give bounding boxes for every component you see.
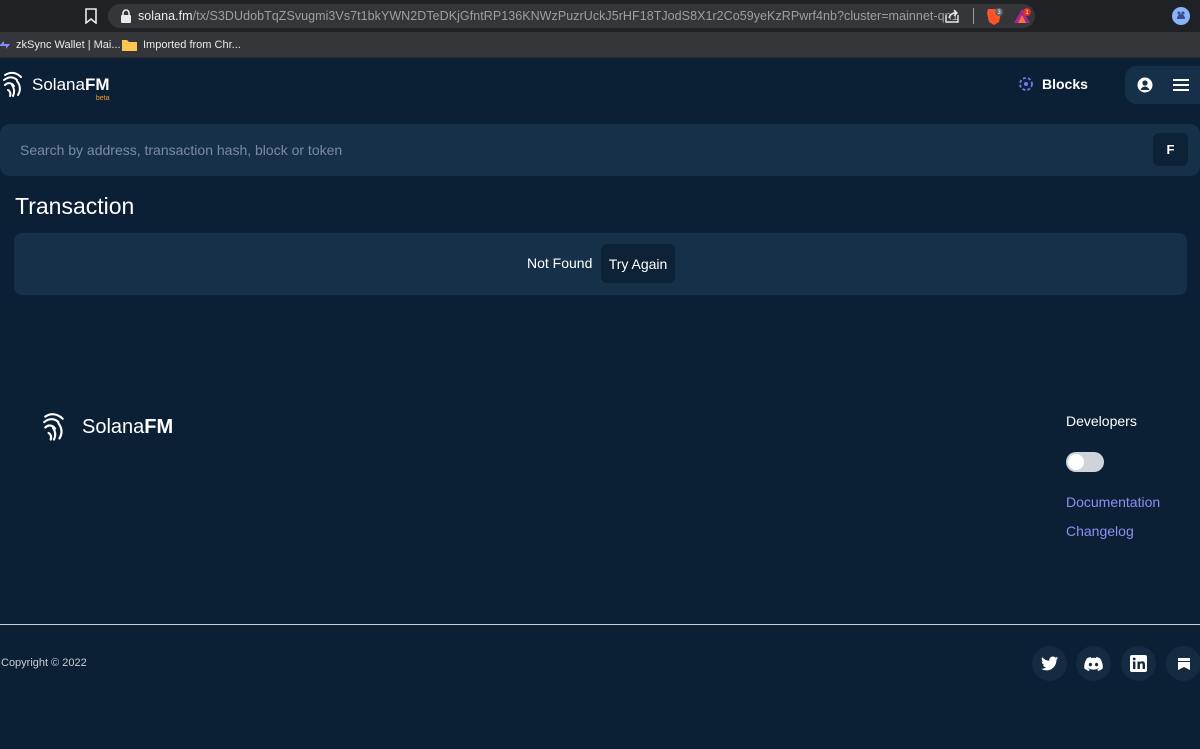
bookmark-imported-folder[interactable]: Imported from Chr...	[122, 36, 241, 54]
browser-profile-icon[interactable]	[1172, 7, 1190, 25]
changelog-link[interactable]: Changelog	[1066, 523, 1134, 539]
twitter-icon	[1040, 656, 1058, 671]
developer-mode-toggle[interactable]	[1066, 452, 1104, 472]
zksync-icon	[0, 41, 10, 49]
blocks-nav-link[interactable]: Blocks	[1018, 76, 1088, 92]
bookmark-icon[interactable]	[84, 8, 98, 24]
blocks-icon	[1019, 77, 1033, 91]
search-bar	[0, 124, 1200, 176]
address-bar[interactable]: solana.fm/tx/S3DUdobTqZSvugmi3Vs7t1bkYWN…	[108, 4, 1035, 28]
footer-logo[interactable]: SolanaFM	[42, 411, 173, 444]
developers-heading: Developers	[1066, 413, 1137, 429]
copyright-text: Copyright © 2022	[1, 657, 87, 669]
url-text: solana.fm/tx/S3DUdobTqZSvugmi3Vs7t1bkYWN…	[138, 9, 959, 23]
folder-icon	[122, 40, 137, 51]
discord-link[interactable]	[1076, 646, 1111, 681]
try-again-button[interactable]: Try Again	[601, 244, 675, 283]
beta-badge: beta	[95, 95, 110, 102]
toolbar-separator	[973, 8, 974, 24]
documentation-link[interactable]: Documentation	[1066, 494, 1160, 510]
gitbook-link[interactable]	[1166, 646, 1200, 681]
discord-icon	[1084, 656, 1103, 671]
solanafm-logo-icon	[3, 71, 22, 97]
search-input[interactable]	[0, 124, 1140, 176]
not-found-text: Not Found	[527, 255, 593, 271]
bookmark-zksync[interactable]: zkSync Wallet | Mai...	[0, 36, 121, 54]
header-actions	[1125, 66, 1200, 104]
browser-toolbar: solana.fm/tx/S3DUdobTqZSvugmi3Vs7t1bkYWN…	[0, 0, 1200, 32]
linkedin-link[interactable]	[1121, 646, 1156, 681]
solanafm-logo-icon	[43, 413, 64, 441]
share-icon[interactable]	[944, 8, 960, 24]
linkedin-icon	[1130, 655, 1147, 672]
lock-icon[interactable]	[120, 9, 132, 23]
twitter-link[interactable]	[1032, 646, 1067, 681]
user-account-icon[interactable]	[1137, 77, 1153, 93]
hamburger-menu-icon[interactable]	[1173, 78, 1189, 92]
footer-brand: SolanaFM	[82, 416, 174, 438]
brave-rewards-icon[interactable]: 1	[1012, 6, 1032, 26]
page-title: Transaction	[15, 193, 135, 219]
search-shortcut-key[interactable]: F	[1153, 133, 1188, 166]
footer-divider	[0, 624, 1200, 625]
bookmarks-bar: zkSync Wallet | Mai... Imported from Chr…	[0, 32, 1200, 58]
toggle-knob	[1068, 454, 1084, 470]
header-brand: SolanaFM beta	[32, 75, 110, 102]
brave-shields-icon[interactable]: 3	[984, 6, 1004, 26]
header-logo[interactable]: SolanaFM beta	[2, 71, 110, 102]
transaction-result-card: Not Found Try Again	[14, 233, 1187, 295]
gitbook-icon	[1177, 657, 1190, 670]
